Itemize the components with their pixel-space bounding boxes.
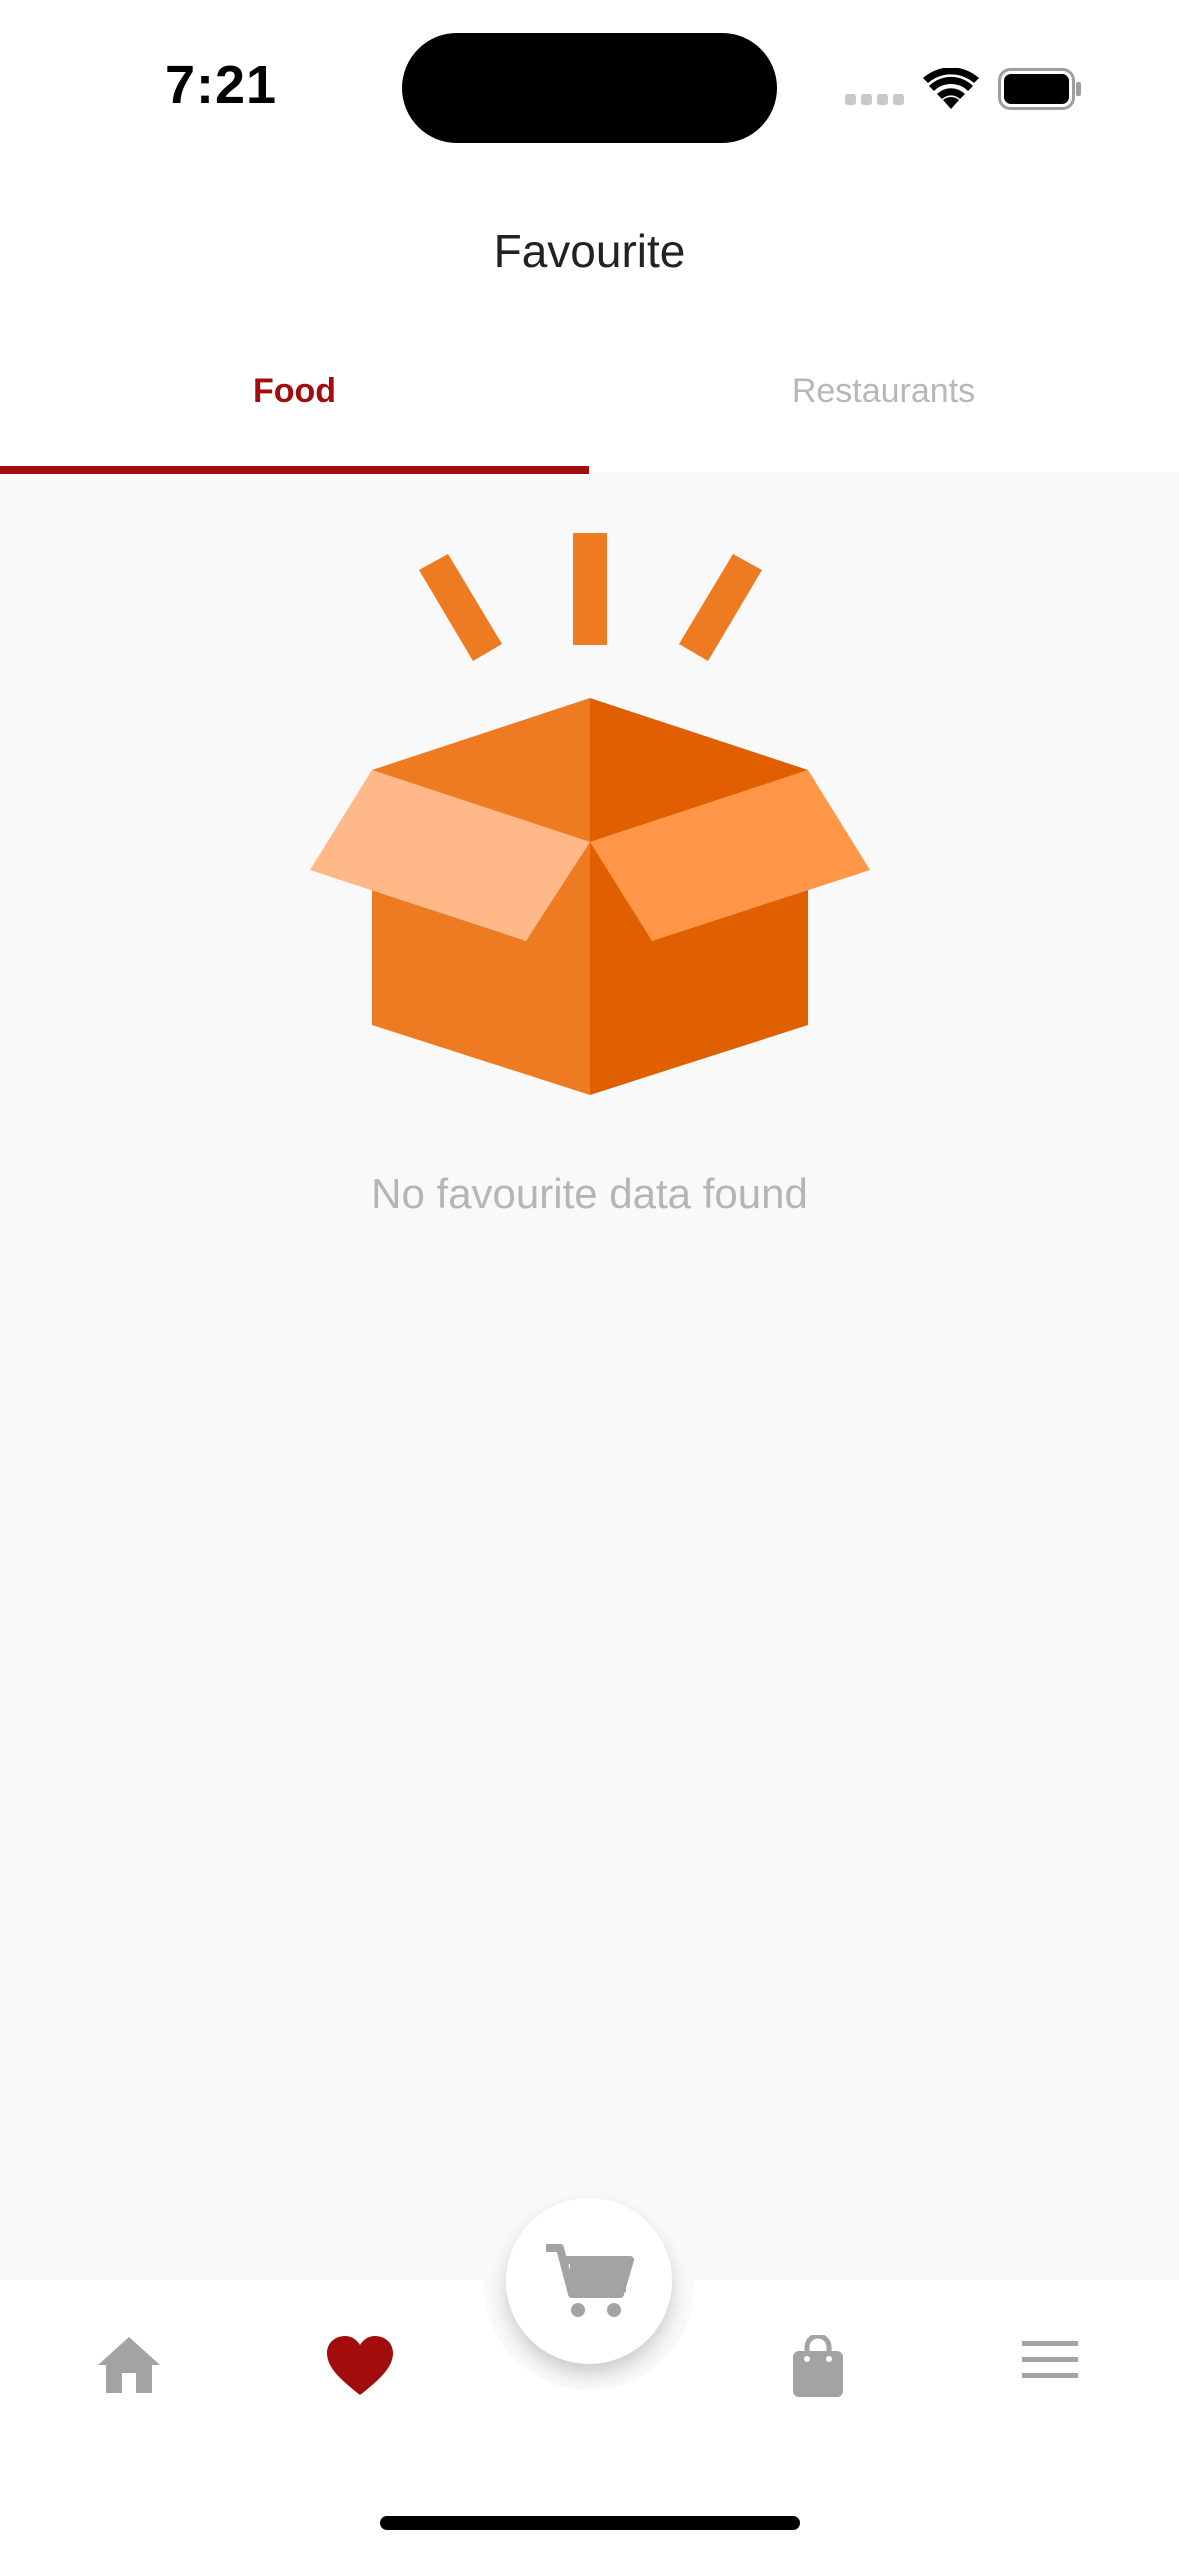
open-box-icon <box>300 525 880 1110</box>
shopping-bag-icon[interactable] <box>790 2333 846 2404</box>
menu-icon[interactable] <box>1020 2335 1080 2390</box>
empty-state-message: No favourite data found <box>371 1170 808 1217</box>
dynamic-island <box>402 33 777 143</box>
status-bar: 7:21 <box>0 0 1179 176</box>
page-header: Favourite Food Restaurants <box>0 176 1179 474</box>
heart-icon[interactable] <box>325 2335 395 2402</box>
active-tab-indicator <box>0 466 589 474</box>
wifi-icon <box>923 67 979 115</box>
home-icon[interactable] <box>96 2335 162 2400</box>
page-title: Favourite <box>493 225 686 277</box>
battery-icon <box>998 68 1082 115</box>
home-indicator[interactable] <box>380 2516 800 2530</box>
tab-restaurants[interactable]: Restaurants <box>589 372 1178 411</box>
status-time: 7:21 <box>165 55 278 115</box>
tab-food[interactable]: Food <box>0 372 589 411</box>
cellular-signal-icon <box>845 92 909 110</box>
cart-button[interactable] <box>506 2198 672 2364</box>
cart-icon <box>546 2244 634 2317</box>
